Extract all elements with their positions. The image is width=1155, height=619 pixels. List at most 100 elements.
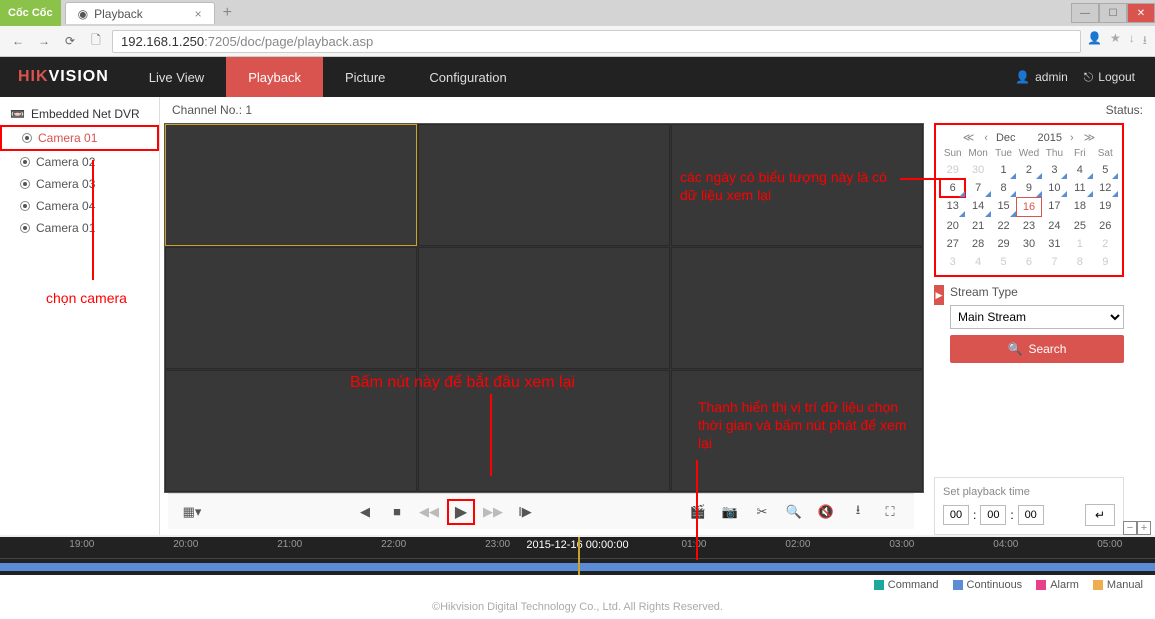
video-cell[interactable] (671, 124, 923, 246)
cal-day[interactable]: 9 (1093, 253, 1118, 271)
cal-day[interactable]: 13 (940, 197, 965, 217)
cal-day[interactable]: 18 (1067, 197, 1092, 217)
play-button[interactable]: ▶ (447, 499, 475, 525)
timeline-zoom-in[interactable]: + (1137, 521, 1151, 535)
nav-configuration[interactable]: Configuration (407, 57, 528, 97)
prev-button[interactable]: ◀ (351, 499, 379, 525)
download-icon[interactable]: ⭳ (1143, 31, 1147, 52)
step-button[interactable]: I▶ (511, 499, 539, 525)
down-icon[interactable]: ↓ (1129, 31, 1135, 52)
cal-day[interactable]: 11 (1067, 179, 1092, 197)
minimize-button[interactable]: — (1071, 3, 1099, 23)
audio-button[interactable]: 🔇 (812, 499, 840, 525)
user-button[interactable]: 👤 admin (1015, 70, 1068, 84)
video-cell[interactable] (418, 370, 670, 492)
cal-day[interactable]: 1 (991, 161, 1016, 179)
cal-day[interactable]: 5 (1093, 161, 1118, 179)
reload-button[interactable]: ⟳ (60, 31, 80, 51)
camera-item[interactable]: Camera 01 (0, 217, 159, 239)
video-cell[interactable] (418, 124, 670, 246)
cal-day[interactable]: 23 (1016, 217, 1041, 235)
time-min-input[interactable] (980, 505, 1006, 525)
cal-day[interactable]: 29 (940, 161, 965, 179)
cut-button[interactable]: ✂ (748, 499, 776, 525)
cal-day[interactable]: 28 (965, 235, 990, 253)
fullscreen-button[interactable]: ⛶ (876, 499, 904, 525)
time-go-button[interactable]: ↵ (1085, 504, 1115, 526)
ext-icon[interactable]: 👤 (1087, 31, 1102, 52)
time-hour-input[interactable] (943, 505, 969, 525)
cal-day[interactable]: 12 (1093, 179, 1118, 197)
cal-day[interactable]: 4 (1067, 161, 1092, 179)
cal-prev-year-icon[interactable]: ≪ (961, 131, 977, 144)
cal-next-year-icon[interactable]: ≫ (1082, 131, 1098, 144)
cal-day[interactable]: 19 (1093, 197, 1118, 217)
stream-type-select[interactable]: Main Stream (950, 305, 1124, 329)
forward-button[interactable]: ▶▶ (479, 499, 507, 525)
url-input[interactable]: 192.168.1.250:7205/doc/page/playback.asp (112, 30, 1081, 53)
timeline-zoom-out[interactable]: − (1123, 521, 1137, 535)
nav-live-view[interactable]: Live View (127, 57, 226, 97)
video-cell[interactable] (671, 247, 923, 369)
device-root[interactable]: 📼 Embedded Net DVR (0, 103, 159, 125)
cal-day[interactable]: 7 (1042, 253, 1067, 271)
video-cell[interactable] (418, 247, 670, 369)
timeline-cursor[interactable] (578, 537, 580, 575)
video-cell[interactable] (671, 370, 923, 492)
camera-item[interactable]: Camera 02 (0, 151, 159, 173)
video-cell[interactable] (165, 370, 417, 492)
search-button[interactable]: 🔍 Search (950, 335, 1124, 363)
camera-item[interactable]: Camera 01 (0, 125, 159, 151)
cal-day[interactable]: 30 (1016, 235, 1041, 253)
rewind-button[interactable]: ◀◀ (415, 499, 443, 525)
cal-day[interactable]: 21 (965, 217, 990, 235)
cal-day[interactable]: 7 (965, 179, 990, 197)
cal-day[interactable]: 3 (1042, 161, 1067, 179)
cal-day[interactable]: 3 (940, 253, 965, 271)
collapse-handle[interactable]: ▶ (934, 285, 944, 305)
cal-day[interactable]: 4 (965, 253, 990, 271)
layout-button[interactable]: ▦▾ (178, 499, 206, 525)
video-grid[interactable] (164, 123, 924, 493)
clip-button[interactable]: 🎬 (684, 499, 712, 525)
browser-tab[interactable]: ◉ Playback × (65, 2, 215, 24)
cal-day[interactable]: 8 (1067, 253, 1092, 271)
close-window-button[interactable]: ✕ (1127, 3, 1155, 23)
cal-day[interactable]: 20 (940, 217, 965, 235)
tab-close-icon[interactable]: × (195, 7, 202, 21)
timeline[interactable]: − + 2015-12-16 00:00:00 19:0020:0021:002… (0, 537, 1155, 575)
star-icon[interactable]: ★ (1110, 31, 1121, 52)
cal-day[interactable]: 6 (940, 179, 965, 197)
cal-day[interactable]: 10 (1042, 179, 1067, 197)
download-button[interactable]: ⭳ (844, 499, 872, 525)
camera-item[interactable]: Camera 03 (0, 173, 159, 195)
camera-item[interactable]: Camera 04 (0, 195, 159, 217)
cal-day[interactable]: 24 (1042, 217, 1067, 235)
cal-day[interactable]: 31 (1042, 235, 1067, 253)
video-cell[interactable] (165, 124, 417, 246)
logout-button[interactable]: ⎋ Logout (1084, 70, 1135, 85)
cal-day[interactable]: 25 (1067, 217, 1092, 235)
back-button[interactable]: ← (8, 31, 28, 51)
cal-day[interactable]: 8 (991, 179, 1016, 197)
maximize-button[interactable]: ☐ (1099, 3, 1127, 23)
time-sec-input[interactable] (1018, 505, 1044, 525)
cal-prev-month-icon[interactable]: ‹ (982, 132, 990, 144)
cal-day[interactable]: 2 (1016, 161, 1041, 179)
cal-day[interactable]: 6 (1016, 253, 1041, 271)
cal-day[interactable]: 27 (940, 235, 965, 253)
cal-day[interactable]: 14 (965, 197, 990, 217)
cal-day[interactable]: 15 (991, 197, 1016, 217)
video-cell[interactable] (165, 247, 417, 369)
snapshot-button[interactable]: 📷 (716, 499, 744, 525)
cal-day[interactable]: 2 (1093, 235, 1118, 253)
cal-day[interactable]: 17 (1042, 197, 1067, 217)
forward-button[interactable]: → (34, 31, 54, 51)
new-tab-button[interactable]: + (215, 4, 240, 22)
cal-day[interactable]: 9 (1016, 179, 1041, 197)
stop-button[interactable]: ■ (383, 499, 411, 525)
cal-day[interactable]: 29 (991, 235, 1016, 253)
cal-day[interactable]: 22 (991, 217, 1016, 235)
cal-day[interactable]: 5 (991, 253, 1016, 271)
nav-playback[interactable]: Playback (226, 57, 323, 97)
